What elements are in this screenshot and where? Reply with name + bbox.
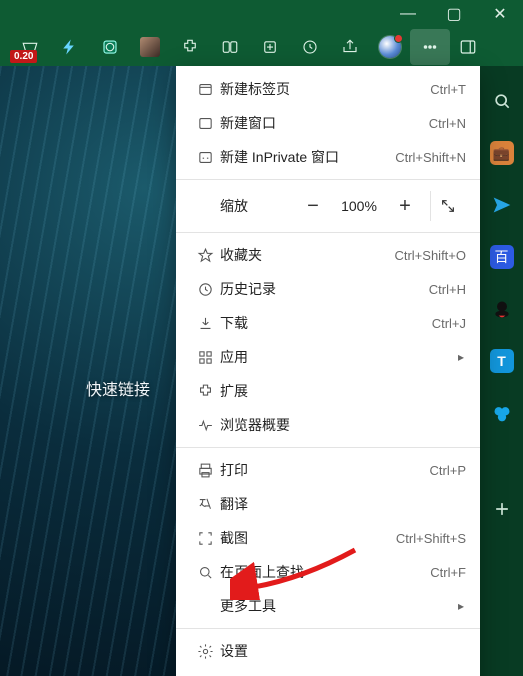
find-icon [190, 564, 220, 581]
share-icon[interactable] [330, 29, 370, 65]
split-screen-icon[interactable] [210, 29, 250, 65]
new-window-icon [190, 115, 220, 132]
title-bar: — ▢ ✕ [0, 0, 523, 66]
menu-shortcut: Ctrl+P [430, 463, 466, 478]
inprivate-icon [190, 149, 220, 166]
sidebar-app-6[interactable] [489, 400, 515, 426]
extension-badge: 0.20 [10, 50, 37, 63]
menu-label: 历史记录 [220, 279, 429, 299]
translate-icon [190, 496, 220, 513]
menu-shortcut: Ctrl+T [430, 82, 466, 97]
fullscreen-button[interactable] [430, 191, 465, 221]
menu-shortcut: Ctrl+Shift+O [394, 248, 466, 263]
toolbar [0, 28, 523, 66]
sidebar-app-4[interactable] [489, 296, 515, 322]
zoom-in-button[interactable]: + [386, 191, 424, 221]
sidebar-app-2[interactable] [489, 192, 515, 218]
more-button[interactable] [410, 29, 450, 65]
favorite-icon-3[interactable] [90, 29, 130, 65]
menu-extensions[interactable]: 扩展 [176, 374, 480, 408]
menu-label: 扩展 [220, 381, 466, 401]
menu-zoom: 缩放 − 100% + [176, 185, 480, 227]
quick-links-label: 快速链接 [86, 376, 150, 400]
menu-shortcut: Ctrl+N [429, 116, 466, 131]
menu-label: 收藏夹 [220, 245, 394, 265]
chevron-right-icon: ▸ [458, 599, 464, 613]
menu-separator [176, 447, 480, 448]
download-icon [190, 315, 220, 332]
menu-new-window[interactable]: 新建窗口 Ctrl+N [176, 106, 480, 140]
menu-label: 翻译 [220, 494, 466, 514]
maximize-button[interactable]: ▢ [431, 0, 477, 28]
menu-screenshot[interactable]: 截图 Ctrl+Shift+S [176, 521, 480, 555]
search-icon[interactable] [489, 88, 515, 114]
menu-separator [176, 179, 480, 180]
menu-label: 更多工具 [220, 596, 458, 616]
menu-translate[interactable]: 翻译 [176, 487, 480, 521]
menu-label: 在页面上查找 [220, 562, 430, 582]
favorite-icon-2[interactable] [50, 29, 90, 65]
menu-find[interactable]: 在页面上查找 Ctrl+F [176, 555, 480, 589]
sidebar-app-1[interactable]: 💼 [489, 140, 515, 166]
menu-label: 设置 [220, 641, 466, 661]
menu-favorites[interactable]: 收藏夹 Ctrl+Shift+O [176, 238, 480, 272]
add-sidebar-icon[interactable] [489, 496, 515, 522]
pulse-icon [190, 417, 220, 434]
close-button[interactable]: ✕ [477, 0, 523, 28]
print-icon [190, 462, 220, 479]
menu-label: 新建 InPrivate 窗口 [220, 147, 395, 167]
menu-shortcut: Ctrl+F [430, 565, 466, 580]
menu-shortcut: Ctrl+J [432, 316, 466, 331]
notification-dot-icon [394, 34, 403, 43]
browser-window: — ▢ ✕ 0.20 快速链接 💼 百 T [0, 0, 523, 676]
minimize-button[interactable]: — [385, 0, 431, 28]
menu-shortcut: Ctrl+Shift+S [396, 531, 466, 546]
menu-new-inprivate[interactable]: 新建 InPrivate 窗口 Ctrl+Shift+N [176, 140, 480, 174]
menu-shortcut: Ctrl+Shift+N [395, 150, 466, 165]
star-icon [190, 247, 220, 264]
menu-help[interactable]: 帮助和反馈 ▸ [176, 668, 480, 676]
sidebar-app-3[interactable]: 百 [489, 244, 515, 270]
screenshot-icon [190, 530, 220, 547]
menu-shortcut: Ctrl+H [429, 282, 466, 297]
menu-downloads[interactable]: 下载 Ctrl+J [176, 306, 480, 340]
zoom-out-button[interactable]: − [294, 191, 332, 221]
zoom-percent: 100% [332, 198, 386, 214]
new-tab-icon [190, 81, 220, 98]
menu-history[interactable]: 历史记录 Ctrl+H [176, 272, 480, 306]
menu-label: 新建标签页 [220, 79, 430, 99]
menu-label: 截图 [220, 528, 396, 548]
menu-label: 应用 [220, 347, 458, 367]
menu-settings[interactable]: 设置 [176, 634, 480, 668]
menu-separator [176, 628, 480, 629]
sidebar-toggle-icon[interactable] [450, 29, 486, 65]
menu-separator [176, 232, 480, 233]
menu-more-tools[interactable]: 更多工具 ▸ [176, 589, 480, 623]
history-icon[interactable] [290, 29, 330, 65]
extensions-icon [190, 383, 220, 400]
menu-label: 下载 [220, 313, 432, 333]
settings-and-more-menu: 新建标签页 Ctrl+T 新建窗口 Ctrl+N 新建 InPrivate 窗口… [176, 66, 480, 676]
zoom-label: 缩放 [220, 196, 294, 216]
history-icon [190, 281, 220, 298]
menu-print[interactable]: 打印 Ctrl+P [176, 453, 480, 487]
sidebar: 💼 百 T [480, 66, 523, 676]
gear-icon [190, 643, 220, 660]
favorite-icon-4[interactable] [130, 29, 170, 65]
menu-new-tab[interactable]: 新建标签页 Ctrl+T [176, 72, 480, 106]
menu-apps[interactable]: 应用 ▸ [176, 340, 480, 374]
collections-icon[interactable] [250, 29, 290, 65]
chevron-right-icon: ▸ [458, 350, 464, 364]
apps-icon [190, 349, 220, 366]
menu-browser-essentials[interactable]: 浏览器概要 [176, 408, 480, 442]
window-controls: — ▢ ✕ [385, 0, 523, 28]
profile-button[interactable] [370, 29, 410, 65]
menu-label: 浏览器概要 [220, 415, 466, 435]
menu-label: 打印 [220, 460, 430, 480]
menu-label: 新建窗口 [220, 113, 429, 133]
sidebar-app-5[interactable]: T [489, 348, 515, 374]
extensions-icon[interactable] [170, 29, 210, 65]
